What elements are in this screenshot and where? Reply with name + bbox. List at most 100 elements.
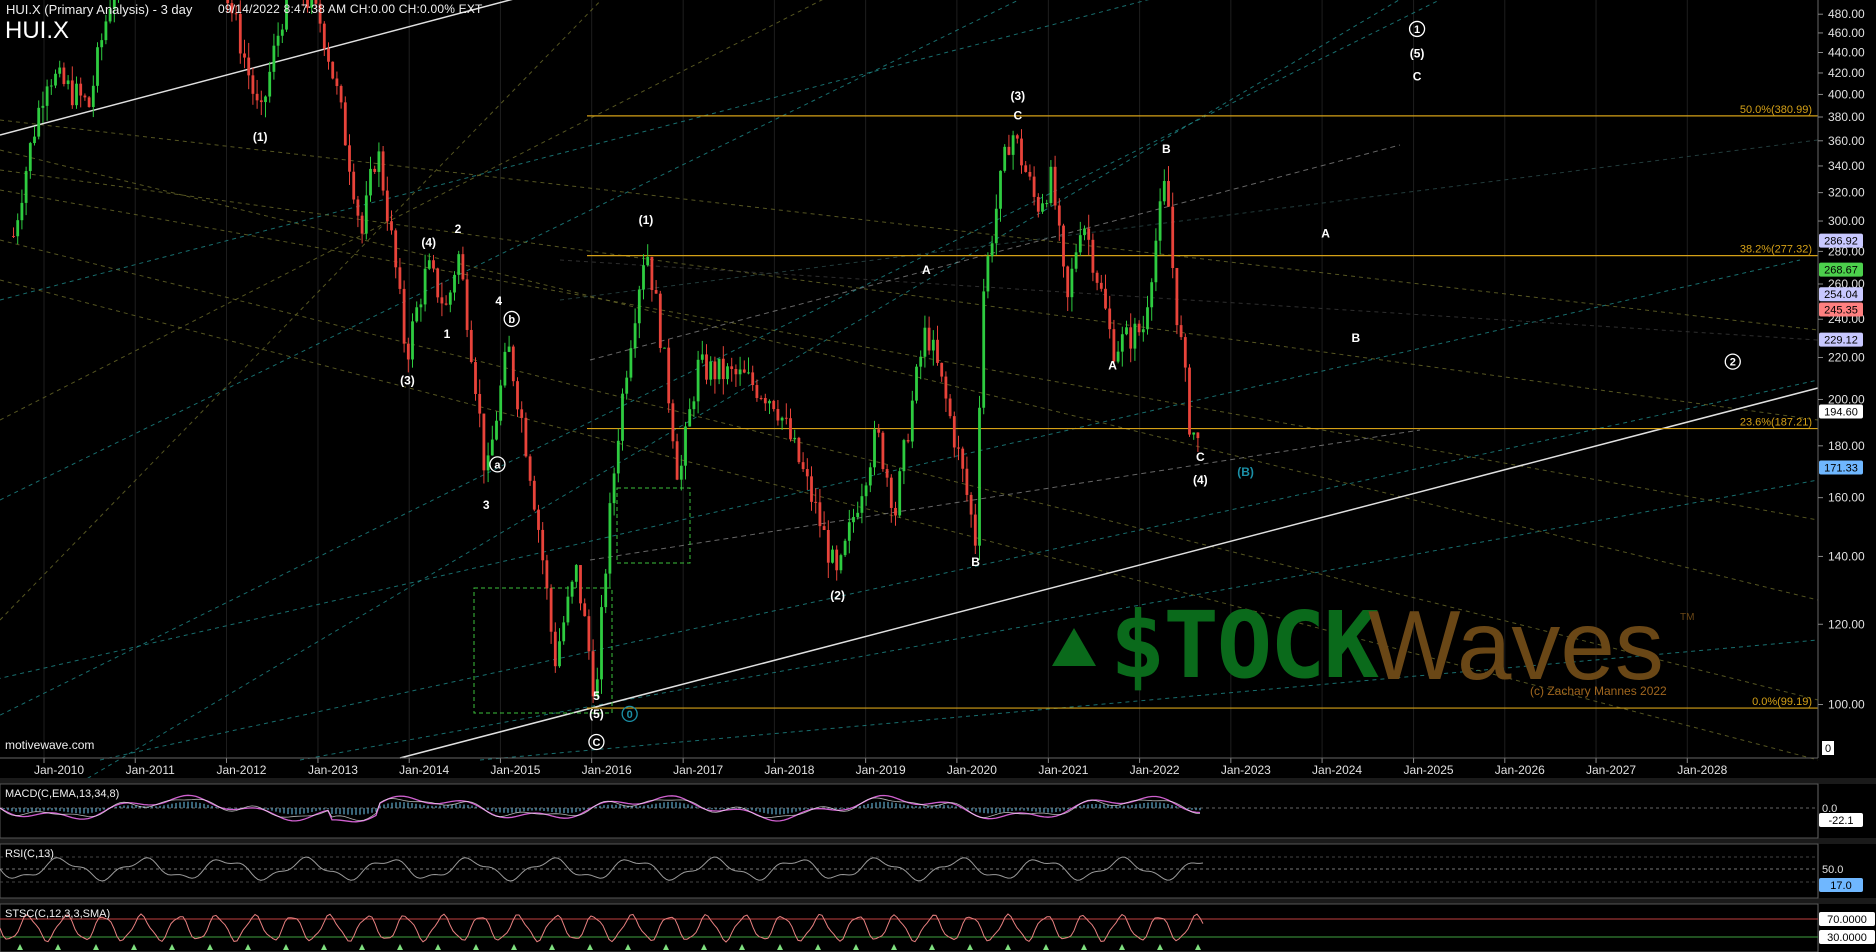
rsi-title: RSI(C,13) xyxy=(5,848,54,860)
price-candle xyxy=(415,307,419,322)
price-candle xyxy=(247,57,251,76)
price-candle xyxy=(91,85,95,107)
price-candle xyxy=(658,293,662,348)
x-tick-label: Jan-2023 xyxy=(1221,763,1271,777)
price-candle xyxy=(957,447,960,449)
price-candle xyxy=(394,230,398,268)
price-candle xyxy=(881,432,885,470)
price-candle xyxy=(469,329,473,363)
copyright: (c) Zachary Mannes 2022 xyxy=(1530,684,1667,698)
price-candle xyxy=(646,256,650,266)
price-candle xyxy=(961,448,965,469)
price-candle xyxy=(1125,327,1128,335)
price-candle xyxy=(721,358,725,380)
wave-label: 1 xyxy=(1414,24,1420,36)
price-candle xyxy=(801,462,805,470)
price-candle xyxy=(1070,268,1074,298)
price-candle xyxy=(877,429,881,433)
price-candle xyxy=(1083,228,1086,236)
price-candle xyxy=(654,290,658,294)
y-tick-label: 420.00 xyxy=(1828,66,1865,80)
wave-label: b xyxy=(508,314,515,326)
x-tick-label: Jan-2018 xyxy=(764,763,814,777)
wave-label: 1 xyxy=(444,327,451,341)
macd-panel-bg xyxy=(0,783,1819,839)
wave-label: (3) xyxy=(400,373,415,387)
price-candle xyxy=(545,560,549,589)
price-candle xyxy=(570,581,574,597)
x-tick-label: Jan-2011 xyxy=(126,763,175,777)
y-tick-label: 440.00 xyxy=(1828,45,1865,59)
price-candle xyxy=(562,622,566,642)
wave-label: C xyxy=(1014,108,1023,122)
x-tick-label: Jan-2027 xyxy=(1586,763,1636,777)
price-candle xyxy=(1020,138,1023,166)
price-candle xyxy=(742,369,746,373)
price-candle xyxy=(864,485,868,497)
price-candle xyxy=(717,358,721,380)
price-candle xyxy=(444,303,448,305)
price-candle xyxy=(814,501,818,503)
price-candle xyxy=(482,413,486,471)
price-candle xyxy=(616,440,620,474)
price-candle xyxy=(772,400,776,410)
y-tick-label: 220.00 xyxy=(1828,351,1865,365)
price-candle xyxy=(889,477,893,508)
price-candle xyxy=(852,517,855,523)
price-candle xyxy=(969,494,973,515)
price-candle xyxy=(100,40,104,48)
price-candle xyxy=(1003,146,1007,171)
chart-title: HUI.X (Primary Analysis) - 3 day xyxy=(6,2,193,17)
price-candle xyxy=(990,243,994,257)
price-candle xyxy=(453,274,456,293)
y-tick-label: 160.00 xyxy=(1828,491,1865,505)
x-tick-label: Jan-2014 xyxy=(399,763,449,777)
rsi-tick-label: 50.0 xyxy=(1822,864,1843,876)
x-tick-label: Jan-2025 xyxy=(1404,763,1454,777)
price-candle xyxy=(1192,432,1196,435)
price-candle xyxy=(583,603,587,617)
price-candle xyxy=(705,354,708,380)
price-candle xyxy=(12,235,15,237)
price-candle xyxy=(608,503,612,574)
price-tag-text: 245.35 xyxy=(1824,305,1858,317)
price-candle xyxy=(709,361,713,380)
price-candle xyxy=(465,279,469,330)
price-candle xyxy=(629,348,633,378)
price-candle xyxy=(986,256,990,292)
price-candle xyxy=(994,208,998,244)
wave-label: 5 xyxy=(593,689,600,703)
price-candle xyxy=(503,351,507,386)
price-candle xyxy=(1146,307,1149,330)
x-tick-label: Jan-2020 xyxy=(947,763,997,777)
price-candle xyxy=(776,409,780,421)
price-candle xyxy=(768,400,771,404)
price-candle xyxy=(356,199,360,216)
price-candle xyxy=(331,61,335,79)
price-candle xyxy=(1078,235,1082,253)
stoch-title: STSC(C,12,3,3,SMA) xyxy=(5,908,111,920)
price-candle xyxy=(1196,432,1200,439)
price-candle xyxy=(1011,135,1015,155)
price-candle xyxy=(37,107,41,137)
price-candle xyxy=(839,555,843,571)
price-candle xyxy=(335,78,339,87)
price-candle xyxy=(507,346,511,352)
price-candle xyxy=(390,221,393,231)
price-candle xyxy=(264,96,267,103)
price-candle xyxy=(856,512,860,518)
price-candle xyxy=(1167,181,1170,207)
wave-label: B xyxy=(1162,142,1171,156)
price-candle xyxy=(763,397,767,404)
price-candle xyxy=(255,93,259,101)
price-candle xyxy=(688,409,692,427)
symbol-label: HUI.X xyxy=(5,17,70,44)
stoch-lower-tag-text: 30.0000 xyxy=(1827,932,1867,944)
price-candle xyxy=(448,292,452,305)
x-tick-label: Jan-2016 xyxy=(582,763,632,777)
price-candle xyxy=(822,526,826,530)
price-candle xyxy=(965,468,969,495)
price-candle xyxy=(1104,288,1107,309)
price-candle xyxy=(486,455,490,471)
price-candle xyxy=(587,616,591,652)
